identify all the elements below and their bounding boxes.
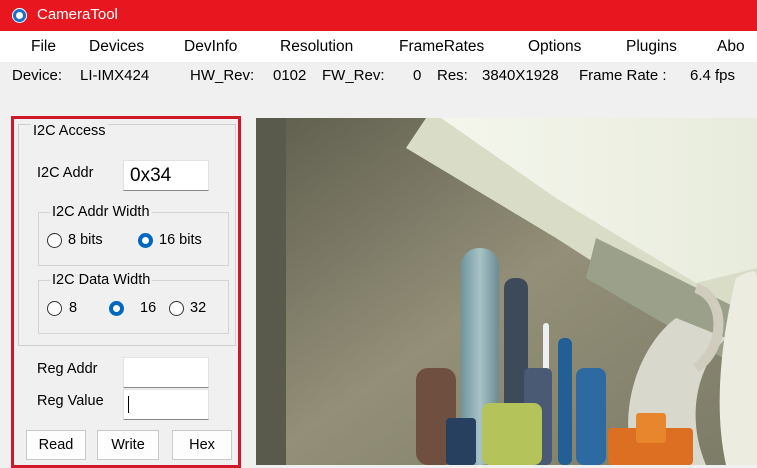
app-logo-icon: [12, 8, 27, 23]
menu-framerates[interactable]: FrameRates: [399, 38, 484, 56]
menu-devices[interactable]: Devices: [89, 38, 144, 56]
read-button[interactable]: Read: [26, 430, 86, 460]
reg-addr-label: Reg Addr: [37, 361, 98, 377]
radio-data-32-label: 32: [190, 300, 207, 316]
camera-preview-drawing: [256, 118, 757, 465]
menu-resolution[interactable]: Resolution: [280, 38, 353, 56]
window-title: CameraTool: [37, 6, 118, 23]
i2c-addr-field[interactable]: 0x34: [123, 160, 209, 191]
fw-rev-label: FW_Rev:: [322, 67, 385, 84]
resolution-value: 3840X1928: [482, 67, 559, 84]
i2c-addr-label: I2C Addr: [37, 165, 94, 181]
data-width-title: I2C Data Width: [50, 272, 153, 288]
i2c-addr-value: 0x34: [130, 165, 172, 186]
camera-preview-image: [256, 118, 757, 465]
i2c-access-title: I2C Access: [31, 123, 108, 139]
menu-about[interactable]: Abo: [717, 38, 745, 56]
frame-rate-label: Frame Rate :: [579, 67, 667, 84]
radio-data-16-label: 16: [140, 300, 157, 316]
menu-devinfo[interactable]: DevInfo: [184, 38, 237, 56]
menu-plugins[interactable]: Plugins: [626, 38, 677, 56]
title-bar: CameraTool: [0, 0, 757, 31]
resolution-label: Res:: [437, 67, 468, 84]
reg-value-label: Reg Value: [37, 393, 104, 409]
radio-data-32[interactable]: [169, 301, 184, 316]
radio-8-bits-label: 8 bits: [68, 232, 103, 248]
hw-rev-value: 0102: [273, 67, 307, 84]
addr-width-title: I2C Addr Width: [50, 204, 152, 220]
hex-button[interactable]: Hex: [172, 430, 232, 460]
radio-data-16[interactable]: [109, 301, 124, 316]
menu-file[interactable]: File: [31, 38, 56, 56]
text-caret: [128, 396, 129, 413]
radio-16-bits[interactable]: [138, 233, 153, 248]
radio-8-bits[interactable]: [47, 233, 62, 248]
menu-options[interactable]: Options: [528, 38, 581, 56]
hw-rev-label: HW_Rev:: [190, 67, 255, 84]
reg-addr-field[interactable]: [123, 357, 209, 388]
frame-rate-value: 6.4 fps: [690, 67, 736, 84]
device-value: LI-IMX424: [80, 67, 150, 84]
radio-data-8-label: 8: [69, 300, 78, 316]
fw-rev-value: 0: [413, 67, 422, 84]
radio-16-bits-label: 16 bits: [159, 232, 202, 248]
device-info-bar: Device: LI-IMX424 HW_Rev: 0102 FW_Rev: 0…: [0, 62, 757, 92]
device-label: Device:: [12, 67, 63, 84]
radio-data-8[interactable]: [47, 301, 62, 316]
reg-value-field[interactable]: [123, 389, 209, 420]
write-button[interactable]: Write: [97, 430, 159, 460]
menu-bar: File Devices DevInfo Resolution FrameRat…: [0, 31, 757, 62]
